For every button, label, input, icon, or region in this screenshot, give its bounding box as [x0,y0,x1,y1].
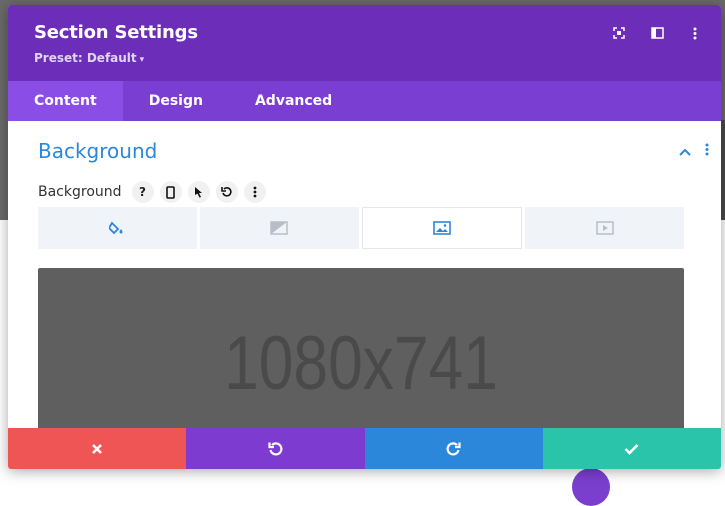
undo-icon [268,442,283,456]
bg-type-video[interactable] [525,207,684,249]
more-vertical-icon[interactable] [685,25,705,41]
sidebar-layout-icon[interactable] [647,25,667,41]
reset-icon[interactable] [215,181,238,203]
tab-advanced[interactable]: Advanced [229,81,358,121]
modal-header[interactable]: Section Settings Preset: Default ▾ [8,5,721,81]
bg-type-image[interactable] [361,207,523,249]
preset-label: Preset: Default [34,51,137,65]
bg-type-gradient[interactable] [199,207,359,249]
section-title[interactable]: Background [38,139,157,163]
discard-button[interactable] [8,428,187,469]
mobile-icon[interactable] [159,181,182,203]
settings-tabs: Content Design Advanced [8,81,721,121]
settings-content: Background Background ? 1080x741 [8,121,721,438]
background-field-label: Background [38,184,122,200]
caret-down-icon: ▾ [139,55,145,65]
bg-type-color[interactable] [38,207,197,249]
checkmark-icon [624,443,639,455]
section-settings-modal: Section Settings Preset: Default ▾ Conten… [8,5,721,469]
close-icon [92,443,103,454]
tab-design[interactable]: Design [123,81,229,121]
gradient-icon [270,221,288,235]
paint-bucket-icon [109,221,123,235]
save-button[interactable] [542,428,721,469]
redo-icon [446,442,461,456]
redo-button[interactable] [364,428,543,469]
floating-add-button[interactable] [572,468,610,506]
more-icon[interactable] [243,181,266,203]
chevron-up-icon[interactable] [679,141,691,160]
video-icon [595,221,614,235]
background-type-tabs [38,207,684,249]
help-icon[interactable]: ? [131,181,154,203]
undo-button[interactable] [186,428,365,469]
background-image-preview[interactable]: 1080x741 [38,268,684,438]
cursor-icon[interactable] [187,181,210,203]
image-icon [433,221,451,235]
tab-content[interactable]: Content [8,81,123,121]
section-more-icon[interactable] [705,141,709,160]
image-placeholder-text: 1080x741 [224,321,498,406]
modal-footer [8,428,721,469]
fullscreen-icon[interactable] [609,25,629,41]
preset-selector[interactable]: Preset: Default ▾ [34,51,144,65]
modal-title: Section Settings [34,22,198,43]
